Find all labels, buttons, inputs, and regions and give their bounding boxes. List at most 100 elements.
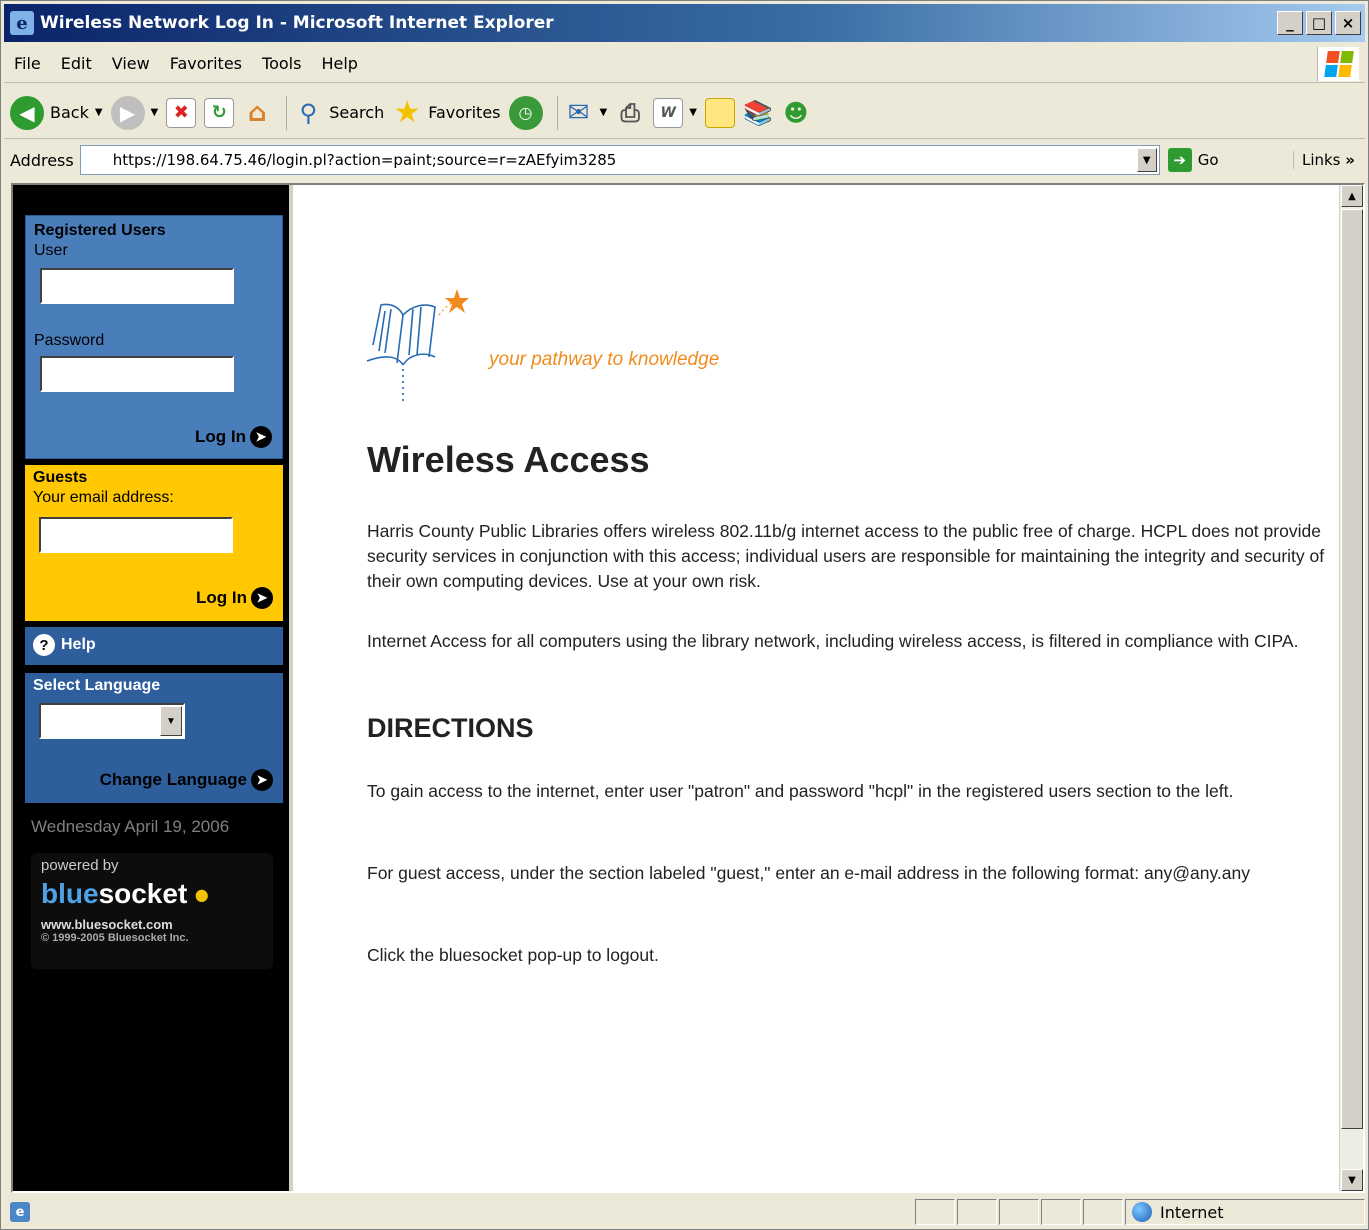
links-button[interactable]: Links » [1292,151,1355,169]
guest-email-input[interactable] [39,517,233,553]
brand-blue: blue [41,878,99,909]
arrow-right-icon: ➤ [251,587,273,609]
chevron-down-icon[interactable]: ▼ [160,706,182,736]
user-input[interactable] [40,268,234,304]
address-label: Address [10,150,74,170]
bluesocket-brand: bluesocket ⦁ [41,878,263,911]
messenger-icon: ☻ [783,98,809,127]
address-url[interactable]: https://198.64.75.46/login.pl?action=pai… [113,151,1137,169]
page-status-icon: e [10,1202,30,1222]
password-input[interactable] [40,356,234,392]
home-icon: ⌂ [247,97,267,128]
title-bar[interactable]: e Wireless Network Log In - Microsoft In… [4,4,1365,42]
help-question-icon: ? [33,634,55,656]
status-cells: Internet [913,1199,1365,1225]
security-zone[interactable]: Internet [1125,1199,1365,1225]
history-button[interactable]: ◷ [508,95,543,130]
hcpl-tagline: your pathway to knowledge [489,349,720,370]
menu-edit[interactable]: Edit [61,54,92,73]
arrow-right-icon: ➤ [250,426,272,448]
vertical-scrollbar[interactable]: ▲ ▼ [1339,185,1363,1191]
maximize-button[interactable]: □ [1306,11,1332,35]
cipa-paragraph: Internet Access for all computers using … [367,631,1299,651]
help-panel[interactable]: ? Help [25,627,283,665]
login-label: Log In [195,427,246,446]
directions-heading: DIRECTIONS [367,713,534,743]
guests-heading: Guests [33,469,88,486]
edit-button[interactable]: W ▼ [653,97,697,128]
search-button[interactable]: ⚲ Search [293,98,384,128]
print-icon: ⎙ [620,98,640,127]
mail-icon: ✉ [567,97,590,128]
status-cell [1083,1199,1123,1225]
language-select[interactable]: ▼ [39,703,185,739]
messenger-button[interactable]: ☻ [781,98,811,128]
current-date: Wednesday April 19, 2006 [31,817,230,836]
window-title: Wireless Network Log In - Microsoft Inte… [40,13,554,33]
help-link[interactable]: ? Help [33,634,283,656]
status-cell [999,1199,1039,1225]
chevron-down-icon[interactable]: ▼ [689,107,697,118]
standard-toolbar: ◀ Back ▼ ▶ ▼ ✖ ↻ ⌂ ⚲ Search ★ Favorites … [4,87,1365,139]
status-cell [957,1199,997,1225]
registered-login-button[interactable]: Log In ➤ [195,426,272,448]
stop-button[interactable]: ✖ [166,97,197,128]
powered-by-label: powered by [41,857,119,874]
toolbar-separator [286,95,288,130]
mail-button[interactable]: ✉ ▼ [564,98,608,128]
guest-login-button[interactable]: Log In ➤ [196,587,273,609]
refresh-icon: ↻ [204,97,235,128]
chevron-down-icon[interactable]: ▼ [95,107,103,118]
bluesocket-url: www.bluesocket.com [41,917,173,932]
arrow-right-icon: ➤ [251,769,273,791]
chevron-down-icon[interactable]: ▼ [151,107,159,118]
chevron-down-icon[interactable]: ▼ [600,107,608,118]
bluesocket-logo[interactable]: powered by bluesocket ⦁ www.bluesocket.co… [31,853,273,969]
bluesocket-copyright: © 1999-2005 Bluesocket Inc. [41,932,189,944]
scroll-thumb[interactable] [1341,209,1363,1129]
password-label: Password [34,332,105,349]
back-button[interactable]: ◀ Back ▼ [10,95,103,130]
favorites-button[interactable]: ★ Favorites [392,95,501,130]
go-arrow-icon: ➔ [1167,148,1192,172]
research-button[interactable]: 📚 [743,98,773,128]
research-icon: 📚 [742,98,773,127]
menu-file[interactable]: File [14,54,41,73]
registered-users-heading: Registered Users [34,222,166,239]
back-icon: ◀ [10,95,44,130]
window-controls: _ □ × [1277,11,1361,35]
globe-icon [1132,1202,1152,1222]
refresh-button[interactable]: ↻ [204,97,235,128]
status-bar: e Internet [4,1197,1365,1227]
change-language-button[interactable]: Change Language ➤ [100,769,273,791]
go-button[interactable]: ➔ Go [1167,148,1219,172]
address-dropdown-button[interactable]: ▼ [1136,148,1157,172]
login-label: Log In [196,588,247,607]
page-viewport: Registered Users User Password Log In ➤ … [11,183,1365,1193]
stop-icon: ✖ [166,97,197,128]
discuss-button[interactable] [704,97,735,128]
address-input[interactable]: https://198.64.75.46/login.pl?action=pai… [79,145,1160,175]
edit-word-icon: W [653,97,684,128]
print-button[interactable]: ⎙ [615,98,645,128]
links-label: Links [1301,151,1341,169]
language-panel: Select Language ▼ Change Language ➤ [25,673,283,803]
ie-icon: e [10,11,34,35]
scroll-down-button[interactable]: ▼ [1341,1169,1363,1191]
close-button[interactable]: × [1335,11,1361,35]
page-title: Wireless Access [367,439,650,480]
minimize-button[interactable]: _ [1277,11,1303,35]
status-cell [915,1199,955,1225]
forward-button[interactable]: ▶ ▼ [110,95,159,130]
menu-view[interactable]: View [112,54,150,73]
favorites-star-icon: ★ [393,95,421,130]
forward-icon: ▶ [110,95,145,130]
status-cell [1041,1199,1081,1225]
guests-panel: Guests Your email address: Log In ➤ [25,465,283,621]
menu-favorites[interactable]: Favorites [170,54,242,73]
home-button[interactable]: ⌂ [242,98,272,128]
favorites-label: Favorites [428,103,501,122]
menu-help[interactable]: Help [321,54,357,73]
scroll-up-button[interactable]: ▲ [1341,185,1363,207]
menu-tools[interactable]: Tools [262,54,301,73]
